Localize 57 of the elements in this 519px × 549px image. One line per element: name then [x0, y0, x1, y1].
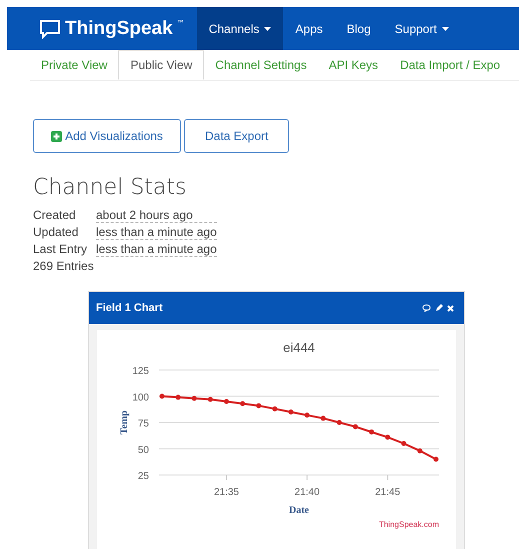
close-icon[interactable]	[447, 304, 454, 312]
tab[interactable]: API Keys	[318, 50, 390, 80]
y-tick-label: 100	[132, 392, 149, 404]
nav-menu-item[interactable]: Blog	[334, 7, 383, 50]
point	[176, 394, 181, 400]
point	[352, 424, 358, 430]
point	[417, 448, 422, 454]
point	[208, 396, 213, 402]
point	[192, 396, 197, 401]
point	[304, 412, 310, 418]
point	[320, 416, 326, 421]
stat-value: less than a minute ago	[96, 242, 217, 257]
stat-value: about 2 hours ago	[96, 208, 217, 223]
y-axis-label: Temp	[119, 410, 130, 435]
stat-value: less than a minute ago	[96, 225, 217, 240]
point	[385, 434, 390, 440]
stat-label: Updated	[33, 225, 80, 240]
point	[224, 399, 229, 404]
y-tick-label: 50	[138, 444, 149, 456]
x-tick-label: 21:40	[294, 487, 320, 498]
brand-name[interactable]: ThingSpeak	[65, 18, 173, 40]
trademark: ™	[176, 19, 185, 28]
chart-credit-link[interactable]: ThingSpeak.com	[378, 520, 439, 529]
chart-title: ei444	[283, 340, 315, 355]
x-axis-label: Date	[289, 505, 309, 516]
panel-title: Field 1 Chart	[96, 302, 163, 314]
section-heading: Channel Stats	[33, 175, 188, 200]
x-tick-label: 21:35	[214, 487, 239, 498]
point	[288, 410, 294, 414]
point	[160, 394, 164, 399]
point	[272, 406, 278, 412]
stat-label: Last Entry	[33, 242, 88, 257]
tab[interactable]: Channel Settings	[204, 50, 318, 80]
point	[240, 401, 246, 406]
nav-menu-item[interactable]: Apps	[283, 7, 335, 50]
add-visualizations-button[interactable]: Add Visualizations	[33, 119, 181, 153]
y-tick-label: 125	[132, 366, 149, 377]
tab[interactable]: Private View	[30, 50, 118, 80]
x-tick-label: 21:45	[375, 487, 400, 498]
stat-label: Created	[33, 208, 77, 223]
point	[401, 441, 406, 446]
data-export-button[interactable]: Data Export	[184, 119, 290, 153]
entry-count: 269 Entries	[33, 259, 95, 273]
pencil-icon[interactable]	[435, 304, 443, 312]
point	[434, 456, 438, 462]
y-tick-label: 25	[138, 471, 149, 482]
point	[336, 420, 342, 425]
tab[interactable]: Public View	[118, 50, 204, 80]
speech-bubble-icon	[39, 18, 61, 38]
y-tick-label: 75	[138, 418, 149, 430]
plus-icon	[51, 130, 62, 142]
comment-icon[interactable]	[422, 304, 431, 312]
nav-menu-item[interactable]: Channels	[196, 7, 284, 50]
tab[interactable]: Data Import / Expo	[389, 50, 512, 80]
nav-menu-item[interactable]: Support	[382, 7, 461, 50]
point	[369, 429, 374, 434]
point	[256, 403, 262, 408]
